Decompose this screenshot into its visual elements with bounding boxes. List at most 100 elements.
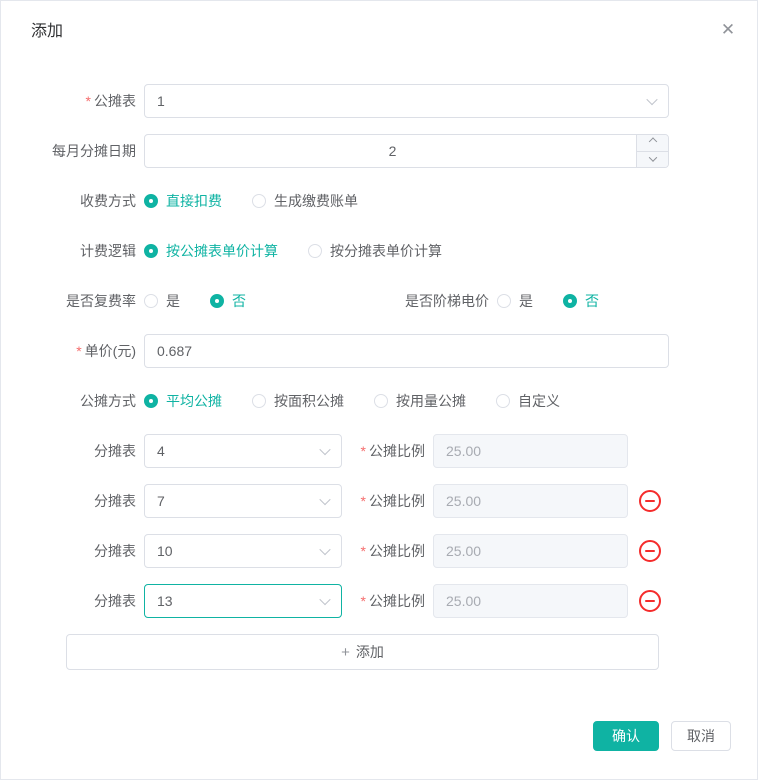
radio-label: 是 (519, 291, 533, 311)
spinner-up-button[interactable] (637, 135, 668, 151)
radio-logic-by-share-table[interactable]: 按公摊表单价计算 (144, 241, 278, 261)
radio-share-by-usage[interactable]: 按用量公摊 (374, 391, 466, 411)
add-row-label: 添加 (356, 642, 384, 662)
row-unit-price: *单价(元) (31, 334, 757, 368)
allocation-row: 分摊表 4 *公摊比例 (31, 434, 757, 468)
chevron-down-icon (319, 544, 330, 555)
radio-label: 按分摊表单价计算 (330, 241, 442, 261)
tiered-price-label: 是否阶梯电价 (405, 291, 489, 311)
radio-unchecked-icon (308, 244, 322, 258)
radio-label: 生成缴费账单 (274, 191, 358, 211)
allocation-table-select[interactable]: 13 (144, 584, 342, 618)
allocation-table-select[interactable]: 10 (144, 534, 342, 568)
unit-price-label: *单价(元) (31, 341, 136, 361)
dialog-header: 添加 (1, 1, 757, 43)
share-method-label: 公摊方式 (31, 391, 136, 411)
add-row-button[interactable]: + 添加 (66, 634, 659, 670)
allocation-table-label: 分摊表 (31, 441, 136, 461)
radio-share-by-area[interactable]: 按面积公摊 (252, 391, 344, 411)
required-asterisk: * (361, 443, 366, 459)
ratio-input[interactable] (433, 584, 628, 618)
radio-label: 按面积公摊 (274, 391, 344, 411)
radio-label: 按用量公摊 (396, 391, 466, 411)
radio-unchecked-icon (374, 394, 388, 408)
chevron-down-icon (648, 154, 656, 162)
radio-share-custom[interactable]: 自定义 (496, 391, 560, 411)
radio-label: 按公摊表单价计算 (166, 241, 278, 261)
share-table-select[interactable]: 1 (144, 84, 669, 118)
number-spinner (636, 135, 668, 167)
required-asterisk: * (361, 543, 366, 559)
allocation-table-value: 7 (157, 493, 165, 509)
remove-row-icon[interactable] (639, 590, 661, 612)
radio-label: 自定义 (518, 391, 560, 411)
radio-label: 否 (232, 291, 246, 311)
close-icon[interactable]: ✕ (719, 21, 737, 39)
allocation-table-value: 13 (157, 593, 173, 609)
radio-share-average[interactable]: 平均公摊 (144, 391, 222, 411)
allocation-table-select[interactable]: 7 (144, 484, 342, 518)
allocation-table-label: 分摊表 (31, 491, 136, 511)
radio-checked-icon (144, 244, 158, 258)
spinner-down-button[interactable] (637, 151, 668, 168)
remove-row-icon[interactable] (639, 540, 661, 562)
radio-multi-rate-yes[interactable]: 是 (144, 291, 180, 311)
row-monthly-share-date: 每月分摊日期 (31, 134, 757, 168)
dialog-footer: 确认 取消 (593, 721, 731, 751)
tiered-price-group: 是否阶梯电价 是 否 (405, 291, 599, 311)
cancel-button[interactable]: 取消 (671, 721, 731, 751)
ratio-input[interactable] (433, 484, 628, 518)
remove-row-icon[interactable] (639, 490, 661, 512)
radio-tiered-no[interactable]: 否 (563, 291, 599, 311)
radio-tiered-yes[interactable]: 是 (497, 291, 533, 311)
required-asterisk: * (86, 93, 91, 109)
radio-label: 直接扣费 (166, 191, 222, 211)
charge-method-label: 收费方式 (31, 191, 136, 211)
confirm-button[interactable]: 确认 (593, 721, 659, 751)
radio-label: 平均公摊 (166, 391, 222, 411)
billing-logic-label: 计费逻辑 (31, 241, 136, 261)
monthly-share-date-label: 每月分摊日期 (31, 141, 136, 161)
required-asterisk: * (361, 593, 366, 609)
allocation-table-select[interactable]: 4 (144, 434, 342, 468)
radio-unchecked-icon (497, 294, 511, 308)
chevron-up-icon (648, 137, 656, 145)
ratio-label: *公摊比例 (349, 591, 425, 611)
add-dialog: 添加 ✕ *公摊表 1 每月分摊日期 收费方式 (0, 0, 758, 780)
allocation-table-value: 4 (157, 443, 165, 459)
row-charge-method: 收费方式 直接扣费 生成缴费账单 (31, 184, 757, 218)
row-share-method: 公摊方式 平均公摊 按面积公摊 按用量公摊 自定义 (31, 384, 757, 418)
monthly-share-date-input[interactable] (144, 134, 669, 168)
radio-label: 是 (166, 291, 180, 311)
row-share-table: *公摊表 1 (31, 84, 757, 118)
allocation-row: 分摊表 10 *公摊比例 (31, 534, 757, 568)
radio-checked-icon (563, 294, 577, 308)
radio-unchecked-icon (144, 294, 158, 308)
radio-multi-rate-no[interactable]: 否 (210, 291, 246, 311)
ratio-input[interactable] (433, 434, 628, 468)
ratio-label: *公摊比例 (349, 491, 425, 511)
required-asterisk: * (76, 343, 81, 359)
unit-price-input[interactable] (144, 334, 669, 368)
allocation-row: 分摊表 13 *公摊比例 (31, 584, 757, 618)
radio-logic-by-alloc-table[interactable]: 按分摊表单价计算 (308, 241, 442, 261)
radio-charge-direct[interactable]: 直接扣费 (144, 191, 222, 211)
monthly-share-date-stepper (144, 134, 669, 168)
radio-unchecked-icon (496, 394, 510, 408)
share-table-value: 1 (157, 93, 165, 109)
dialog-title: 添加 (31, 23, 63, 40)
ratio-label: *公摊比例 (349, 441, 425, 461)
allocation-table-label: 分摊表 (31, 541, 136, 561)
ratio-input[interactable] (433, 534, 628, 568)
radio-unchecked-icon (252, 394, 266, 408)
allocation-row: 分摊表 7 *公摊比例 (31, 484, 757, 518)
radio-label: 否 (585, 291, 599, 311)
ratio-label: *公摊比例 (349, 541, 425, 561)
radio-charge-bill[interactable]: 生成缴费账单 (252, 191, 358, 211)
radio-checked-icon (144, 394, 158, 408)
allocation-table-label: 分摊表 (31, 591, 136, 611)
chevron-down-icon (646, 94, 657, 105)
chevron-down-icon (319, 594, 330, 605)
radio-checked-icon (144, 194, 158, 208)
chevron-down-icon (319, 494, 330, 505)
